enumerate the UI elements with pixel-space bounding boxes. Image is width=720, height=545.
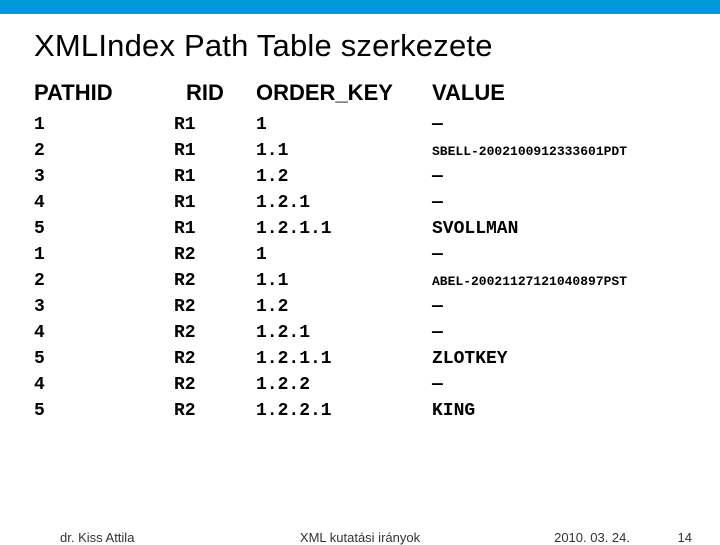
cell-order-key: 1.2.1 — [256, 190, 432, 216]
table-row: 1R11— — [34, 112, 674, 138]
cell-order-key: 1.2.1 — [256, 320, 432, 346]
cell-pathid: 5 — [34, 216, 160, 242]
cell-value: — — [432, 372, 674, 398]
cell-value: ZLOTKEY — [432, 346, 674, 372]
cell-order-key: 1.2.2 — [256, 372, 432, 398]
col-header-order: ORDER_KEY — [256, 76, 432, 112]
cell-pathid: 2 — [34, 138, 160, 164]
table-row: 4R11.2.1— — [34, 190, 674, 216]
cell-rid: R2 — [160, 398, 256, 424]
cell-pathid: 3 — [34, 294, 160, 320]
cell-value: — — [432, 112, 674, 138]
cell-value: — — [432, 320, 674, 346]
cell-rid: R1 — [160, 112, 256, 138]
table-row: 5R11.2.1.1SVOLLMAN — [34, 216, 674, 242]
cell-rid: R1 — [160, 164, 256, 190]
slide-title: XMLIndex Path Table szerkezete — [0, 14, 720, 72]
cell-pathid: 1 — [34, 242, 160, 268]
table-row: 5R21.2.1.1ZLOTKEY — [34, 346, 674, 372]
cell-order-key: 1.2.2.1 — [256, 398, 432, 424]
cell-pathid: 4 — [34, 190, 160, 216]
table-row: 2R11.1SBELL-2002100912333601PDT — [34, 138, 674, 164]
cell-order-key: 1 — [256, 112, 432, 138]
cell-pathid: 1 — [34, 112, 160, 138]
table-row: 5R21.2.2.1KING — [34, 398, 674, 424]
cell-value: SVOLLMAN — [432, 216, 674, 242]
cell-order-key: 1.2 — [256, 294, 432, 320]
cell-rid: R2 — [160, 372, 256, 398]
cell-value: — — [432, 190, 674, 216]
cell-pathid: 5 — [34, 346, 160, 372]
cell-order-key: 1 — [256, 242, 432, 268]
table-row: 3R21.2— — [34, 294, 674, 320]
cell-value: — — [432, 294, 674, 320]
top-accent-bar — [0, 0, 720, 14]
cell-value: KING — [432, 398, 674, 424]
cell-order-key: 1.2.1.1 — [256, 216, 432, 242]
cell-rid: R1 — [160, 216, 256, 242]
cell-pathid: 3 — [34, 164, 160, 190]
cell-order-key: 1.1 — [256, 268, 432, 294]
table-row: 4R21.2.1— — [34, 320, 674, 346]
cell-pathid: 4 — [34, 320, 160, 346]
cell-rid: R1 — [160, 190, 256, 216]
cell-rid: R2 — [160, 268, 256, 294]
path-table: PATHID RID ORDER_KEY VALUE 1R11—2R11.1SB… — [0, 72, 720, 424]
table-row: 2R21.1ABEL-20021127121040897PST — [34, 268, 674, 294]
table-row: 4R21.2.2— — [34, 372, 674, 398]
cell-pathid: 4 — [34, 372, 160, 398]
cell-order-key: 1.2.1.1 — [256, 346, 432, 372]
cell-value: SBELL-2002100912333601PDT — [432, 138, 674, 164]
cell-rid: R2 — [160, 294, 256, 320]
cell-value: ABEL-20021127121040897PST — [432, 268, 674, 294]
cell-pathid: 2 — [34, 268, 160, 294]
table-row: 3R11.2— — [34, 164, 674, 190]
cell-order-key: 1.2 — [256, 164, 432, 190]
cell-pathid: 5 — [34, 398, 160, 424]
col-header-value: VALUE — [432, 76, 674, 112]
cell-rid: R2 — [160, 346, 256, 372]
footer-page: 14 — [678, 530, 692, 545]
cell-value: — — [432, 164, 674, 190]
table-row: 1R21— — [34, 242, 674, 268]
footer-date: 2010. 03. 24. — [554, 530, 630, 545]
cell-rid: R2 — [160, 320, 256, 346]
col-header-pathid: PATHID — [34, 76, 160, 112]
col-header-rid: RID — [160, 76, 256, 112]
cell-rid: R2 — [160, 242, 256, 268]
cell-order-key: 1.1 — [256, 138, 432, 164]
cell-value: — — [432, 242, 674, 268]
cell-rid: R1 — [160, 138, 256, 164]
